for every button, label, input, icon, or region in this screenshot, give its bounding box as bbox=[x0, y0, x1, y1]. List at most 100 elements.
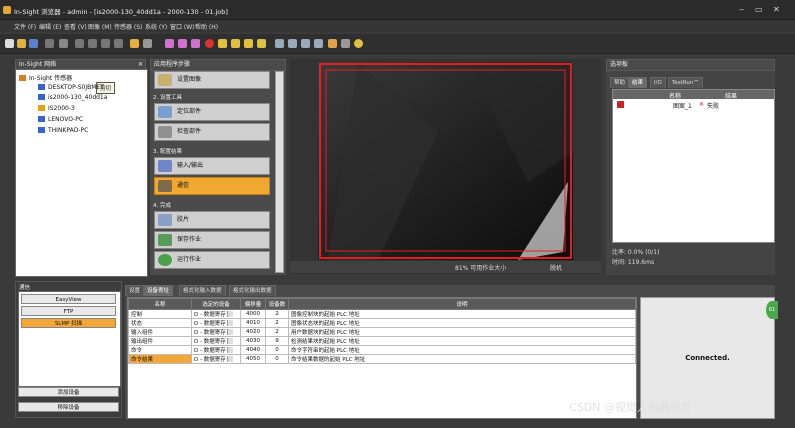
tab-help[interactable]: 帮助 bbox=[610, 77, 630, 88]
trigger-icon[interactable] bbox=[218, 39, 227, 48]
palette-icon[interactable] bbox=[354, 39, 363, 48]
tree-item-thinkpad[interactable]: THINKPAD-PC bbox=[38, 127, 88, 134]
device-slmp[interactable]: SLMP 扫描 bbox=[21, 318, 116, 328]
table-row[interactable]: 命令结果 D - 数据寄存 4050 0 命令结果数据的起始 PLC 地址 bbox=[128, 354, 636, 364]
table-row[interactable]: 输入组件 D - 数据寄存 4020 2 用户数据块的起始 PLC 地址 bbox=[128, 327, 636, 337]
tree-item-lenovo[interactable]: LENOVO-PC bbox=[38, 116, 83, 123]
zoom-out-icon[interactable] bbox=[288, 39, 297, 48]
record-icon[interactable] bbox=[205, 39, 214, 48]
tree-item-is2000-3[interactable]: IS2000-3 bbox=[38, 105, 75, 112]
menu-system[interactable]: 系统 (Y) bbox=[145, 22, 167, 31]
chevron-down-icon[interactable] bbox=[226, 347, 233, 353]
inspect-part-button[interactable]: 检查部件 bbox=[154, 123, 270, 141]
menu-edit[interactable]: 编辑 (E) bbox=[39, 22, 61, 31]
tab-settings[interactable]: 设置 bbox=[125, 285, 145, 296]
cell-device[interactable]: D - 数据寄存 bbox=[191, 309, 241, 319]
remove-device-button[interactable]: 移除设备 bbox=[18, 402, 119, 412]
table-row[interactable]: 命令 D - 数据寄存 4040 0 命令字符串的起始 PLC 地址 bbox=[128, 345, 636, 355]
cell-offset[interactable]: 4030 bbox=[240, 336, 266, 346]
network-tree: In-Sight 传感器 剪切 DESKTOP-S0JBMET is2000-1… bbox=[15, 69, 148, 277]
results-row[interactable]: 图案_1 ✕ 失败 bbox=[613, 100, 774, 110]
cell-device[interactable]: D - 数据寄存 bbox=[191, 327, 241, 337]
new-icon[interactable] bbox=[5, 39, 14, 48]
cell-offset[interactable]: 4020 bbox=[240, 327, 266, 337]
live-icon[interactable] bbox=[231, 39, 240, 48]
filmstrip-button[interactable]: 胶片 bbox=[154, 211, 270, 229]
copy-icon[interactable] bbox=[88, 39, 97, 48]
menu-sensor[interactable]: 传感器 (S) bbox=[114, 22, 142, 31]
network-panel-title: In-Sight 网络 bbox=[19, 61, 57, 68]
cell-device[interactable]: D - 数据寄存 bbox=[191, 345, 241, 355]
menu-window[interactable]: 窗口 (W) bbox=[170, 22, 195, 31]
menu-file[interactable]: 文件 (F) bbox=[14, 22, 36, 31]
tree-item-insight-sensors[interactable]: In-Sight 传感器 bbox=[19, 73, 72, 82]
steps-scrollbar[interactable] bbox=[275, 71, 284, 273]
zoom-fit-icon[interactable] bbox=[301, 39, 310, 48]
cell-count[interactable]: 0 bbox=[265, 345, 289, 355]
tree-item-desktop[interactable]: DESKTOP-S0JBMET bbox=[38, 84, 104, 91]
device-ftp[interactable]: FTP bbox=[21, 306, 116, 316]
tab-results[interactable]: 结果 bbox=[628, 77, 648, 88]
online-icon[interactable] bbox=[244, 39, 253, 48]
setup-image-button[interactable]: 设置图像 bbox=[154, 71, 270, 89]
save-job-button[interactable]: 保存作业 bbox=[154, 231, 270, 249]
cell-offset[interactable]: 4040 bbox=[240, 345, 266, 355]
zoom-fill-icon[interactable] bbox=[314, 39, 323, 48]
run-job-button[interactable]: 运行作业 bbox=[154, 251, 270, 269]
menu-view[interactable]: 查看 (V) bbox=[64, 22, 87, 31]
cell-offset[interactable]: 4010 bbox=[240, 318, 266, 328]
tree-item-is2000-130[interactable]: is2000-130_40dd1a bbox=[38, 94, 107, 101]
cell-count[interactable]: 0 bbox=[265, 354, 289, 364]
device-easyview[interactable]: EasyView bbox=[21, 294, 116, 304]
menu-image[interactable]: 图像 (M) bbox=[88, 22, 112, 31]
table-row[interactable]: 控制 D - 数据寄存 4000 2 图像控制块的起始 PLC 地址 bbox=[128, 309, 636, 319]
delete-icon[interactable] bbox=[114, 39, 123, 48]
chevron-down-icon[interactable] bbox=[226, 356, 233, 362]
chevron-down-icon[interactable] bbox=[226, 311, 233, 317]
tab-format-output[interactable]: 格式化输出数据 bbox=[229, 285, 276, 296]
menu-help[interactable]: 帮助 (H) bbox=[195, 22, 218, 31]
side-badge[interactable]: 61 bbox=[766, 301, 778, 319]
cell-device[interactable]: D - 数据寄存 bbox=[191, 318, 241, 328]
spreadsheet-icon[interactable] bbox=[328, 39, 337, 48]
save-icon[interactable] bbox=[29, 39, 38, 48]
rewind-icon[interactable] bbox=[165, 39, 174, 48]
tab-device-addressing[interactable]: 设备寄址 bbox=[143, 285, 174, 296]
chevron-down-icon[interactable] bbox=[226, 329, 233, 335]
camera-icon[interactable] bbox=[257, 39, 266, 48]
camera-image[interactable] bbox=[318, 62, 573, 260]
communication-button[interactable]: 通信 bbox=[154, 177, 270, 195]
tab-format-input[interactable]: 格式化输入数据 bbox=[179, 285, 226, 296]
close-button[interactable]: ✕ bbox=[773, 5, 780, 14]
cell-offset[interactable]: 4000 bbox=[240, 309, 266, 319]
redo-icon[interactable] bbox=[143, 39, 152, 48]
table-row[interactable]: 状态 D - 数据寄存 4010 2 图像状态块的起始 PLC 地址 bbox=[128, 318, 636, 328]
chevron-down-icon[interactable] bbox=[226, 338, 233, 344]
undo-icon[interactable] bbox=[130, 39, 139, 48]
cell-device[interactable]: D - 数据寄存 bbox=[191, 354, 241, 364]
add-device-button[interactable]: 添加设备 bbox=[18, 387, 119, 397]
open-icon[interactable] bbox=[17, 39, 26, 48]
cell-count[interactable]: 2 bbox=[265, 309, 289, 319]
tab-testrun[interactable]: TestRun™ bbox=[668, 77, 703, 88]
tab-io[interactable]: I/O bbox=[650, 77, 666, 88]
cell-count[interactable]: 2 bbox=[265, 327, 289, 337]
input-output-button[interactable]: 输入/输出 bbox=[154, 157, 270, 175]
print-icon[interactable] bbox=[45, 39, 54, 48]
zoom-in-icon[interactable] bbox=[275, 39, 284, 48]
forward-icon[interactable] bbox=[191, 39, 200, 48]
locate-part-button[interactable]: 定位部件 bbox=[154, 103, 270, 121]
find-icon[interactable] bbox=[59, 39, 68, 48]
cell-count[interactable]: 9 bbox=[265, 336, 289, 346]
chevron-down-icon[interactable] bbox=[226, 320, 233, 326]
cell-count[interactable]: 2 bbox=[265, 318, 289, 328]
table-row[interactable]: 输出组件 D - 数据寄存 4030 9 检测结果块的起始 PLC 地址 bbox=[128, 336, 636, 346]
play-icon[interactable] bbox=[178, 39, 187, 48]
paste-icon[interactable] bbox=[101, 39, 110, 48]
cut-icon[interactable] bbox=[75, 39, 84, 48]
maximize-button[interactable]: ▭ bbox=[755, 5, 763, 14]
minimize-button[interactable]: ‒ bbox=[739, 5, 744, 14]
cell-device[interactable]: D - 数据寄存 bbox=[191, 336, 241, 346]
grid-icon[interactable] bbox=[341, 39, 350, 48]
cell-offset[interactable]: 4050 bbox=[240, 354, 266, 364]
